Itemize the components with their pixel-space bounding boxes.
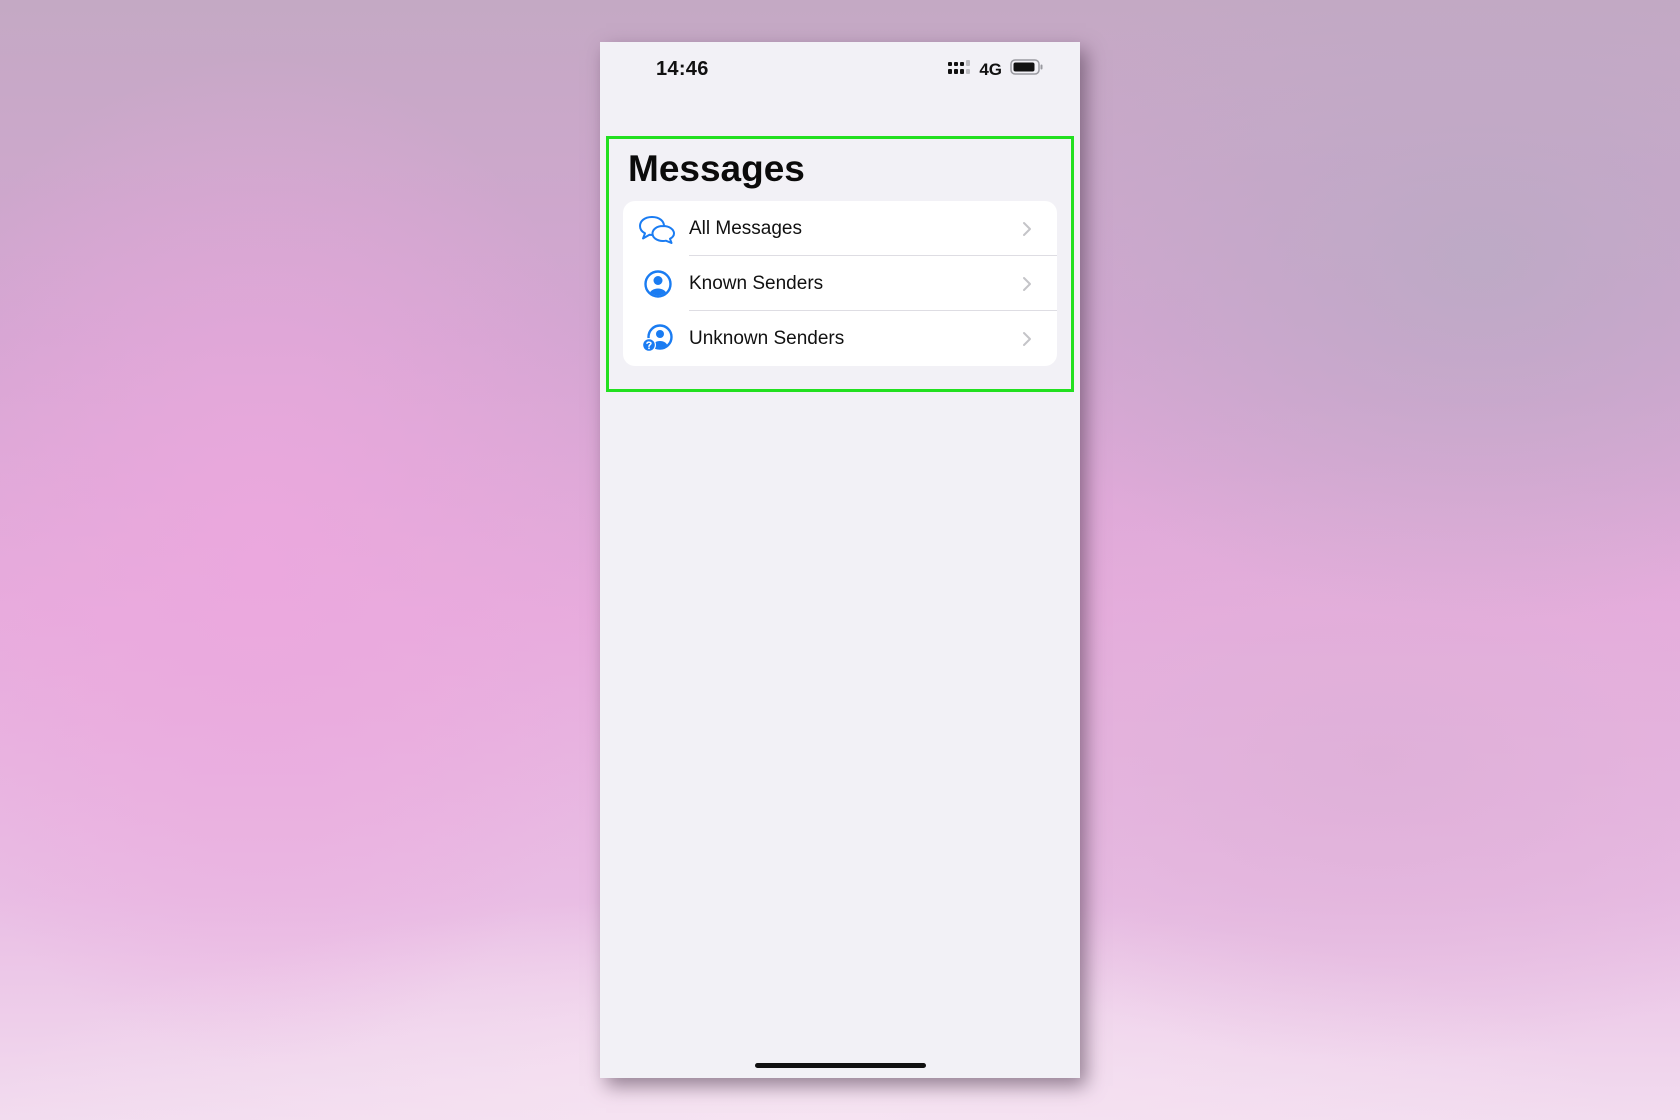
filter-row-all-messages[interactable]: All Messages (623, 201, 1057, 256)
page-title: Messages (628, 148, 805, 189)
filter-label: Known Senders (689, 272, 824, 294)
network-type: 4G (979, 59, 1002, 79)
filter-label: All Messages (689, 217, 802, 239)
chevron-right-icon (1021, 330, 1033, 348)
chevron-right-icon (1021, 275, 1033, 293)
status-time: 14:46 (656, 58, 709, 80)
chevron-right-icon (1021, 220, 1033, 238)
message-filter-list: All Messages Known Senders Unknown Sende… (623, 201, 1057, 366)
person-circle-icon (637, 266, 679, 302)
filter-row-unknown-senders[interactable]: Unknown Senders (623, 311, 1057, 366)
home-indicator[interactable] (755, 1063, 926, 1068)
status-indicators: 4G (947, 59, 1044, 80)
phone-screen: 14:46 4G Messages All Messages Known Sen… (600, 42, 1080, 1078)
filter-row-known-senders[interactable]: Known Senders (623, 256, 1057, 311)
filter-label: Unknown Senders (689, 327, 845, 349)
chat-bubbles-icon (637, 211, 679, 247)
signal-bars-icon (947, 59, 971, 80)
status-bar: 14:46 4G (600, 42, 1080, 102)
person-question-icon (637, 321, 679, 357)
battery-icon (1010, 59, 1044, 80)
